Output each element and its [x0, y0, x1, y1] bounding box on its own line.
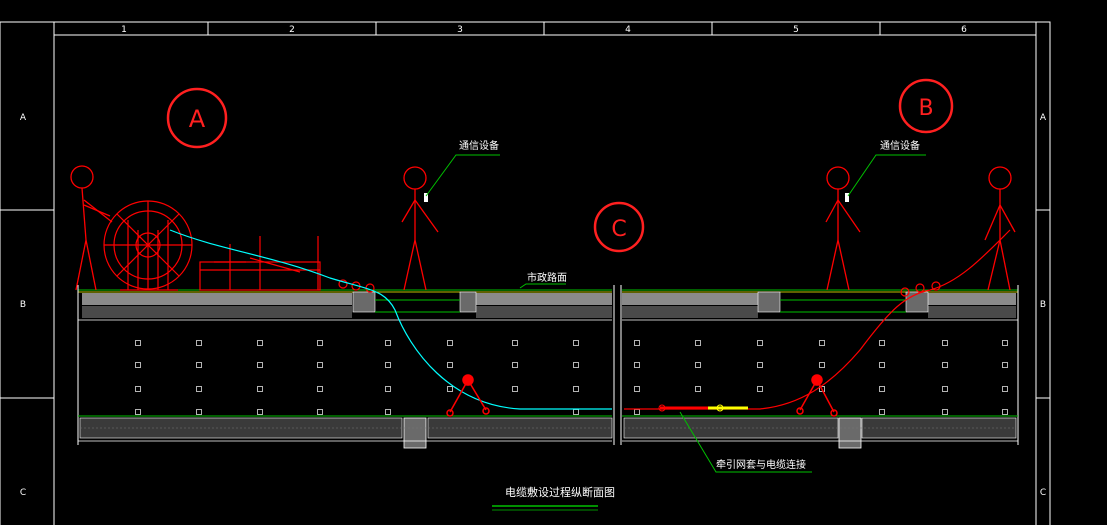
break-line [613, 285, 622, 445]
soil-dot [135, 386, 141, 392]
soil-dot [447, 340, 453, 346]
soil-dot [512, 362, 518, 368]
grid-row-b-left: B [20, 300, 26, 310]
road-surface-right [622, 289, 1018, 321]
cable-drum-icon[interactable] [103, 200, 193, 291]
soil-dot [879, 409, 885, 415]
soil-dot [257, 409, 263, 415]
stick-figure-operator-left-icon [401, 166, 439, 291]
soil-dot [512, 386, 518, 392]
soil-dot [385, 386, 391, 392]
soil-dot [879, 386, 885, 392]
soil-dot [196, 386, 202, 392]
soil-dot [447, 386, 453, 392]
soil-dot [942, 386, 948, 392]
soil-dot [1002, 386, 1008, 392]
drawing-title-text: 电缆敷设过程纵断面图 [505, 485, 615, 499]
soil-dot [317, 386, 323, 392]
grid-row-b-right: B [1040, 300, 1046, 310]
soil-dot [135, 340, 141, 346]
marker-c[interactable]: C [593, 201, 645, 253]
soil-dot [1002, 340, 1008, 346]
road-surface-label: 市政路面 [527, 271, 567, 284]
grid-row-c-right: C [1040, 488, 1046, 498]
grid-col-4: 4 [625, 25, 631, 35]
traction-net-joint-icon[interactable] [658, 404, 748, 412]
soil-dot [573, 386, 579, 392]
soil-dot [634, 409, 640, 415]
soil-dot [385, 340, 391, 346]
grid-row-a-right: A [1040, 113, 1047, 123]
grid-col-5: 5 [793, 25, 799, 35]
grid-col-1: 1 [121, 25, 127, 35]
soil-dot [573, 362, 579, 368]
soil-dot [135, 362, 141, 368]
soil-dot [135, 409, 141, 415]
soil-dot [196, 362, 202, 368]
comm-equipment-label-right: 通信设备 [880, 139, 920, 152]
soil-dot [942, 340, 948, 346]
soil-dot [317, 362, 323, 368]
soil-dot [879, 362, 885, 368]
comm-equipment-label-left: 通信设备 [459, 139, 499, 152]
soil-dot [257, 386, 263, 392]
marker-c-label: C [611, 217, 626, 242]
trench-base [78, 415, 1018, 449]
soil-dot [942, 362, 948, 368]
soil-dot [385, 409, 391, 415]
soil-dot [695, 386, 701, 392]
stick-figure-icon [70, 165, 113, 291]
soil-dot [1002, 409, 1008, 415]
soil-dot [317, 409, 323, 415]
grid-col-2: 2 [289, 25, 295, 35]
stick-figure-puller-icon [984, 166, 1016, 291]
grid-row-a-left: A [20, 113, 27, 123]
soil-dot [573, 340, 579, 346]
soil-dot [819, 340, 825, 346]
pulley-icon-right[interactable] [796, 374, 838, 417]
marker-a[interactable]: A [166, 87, 228, 149]
marker-b[interactable]: B [898, 78, 954, 134]
soil-dot [512, 340, 518, 346]
grid-row-c-left: C [20, 488, 26, 498]
soil-dot [196, 340, 202, 346]
marker-b-label: B [918, 96, 933, 121]
traction-net-label: 牵引网套与电缆连接 [716, 458, 806, 471]
soil-dot [257, 340, 263, 346]
soil-dot [695, 340, 701, 346]
cad-drawing-canvas[interactable]: 1 2 3 4 5 6 A B C A B C A B C 通信设备 通信设备 … [0, 0, 1107, 525]
soil-dot [757, 362, 763, 368]
soil-dot [879, 340, 885, 346]
soil-dot [634, 386, 640, 392]
soil-dot [942, 409, 948, 415]
grid-row-labels: A B C A B C [20, 113, 1047, 498]
grid-col-3: 3 [457, 25, 463, 35]
grid-col-6: 6 [961, 25, 967, 35]
soil-dot [819, 362, 825, 368]
soil-dot [447, 362, 453, 368]
soil-dot [573, 409, 579, 415]
cable-path-left [169, 229, 612, 410]
road-surface-left [78, 289, 612, 321]
soil-dot [757, 386, 763, 392]
cable-laying-section-drawing: 1 2 3 4 5 6 A B C A B C A B C 通信设备 通信设备 … [0, 21, 1051, 525]
drawing-title: 电缆敷设过程纵断面图 [492, 485, 615, 511]
marker-a-label: A [189, 105, 206, 133]
soil-dot [1002, 362, 1008, 368]
soil-dot [695, 362, 701, 368]
soil-dot [634, 362, 640, 368]
soil-dot [385, 362, 391, 368]
soil-dot [257, 362, 263, 368]
soil-dot [317, 340, 323, 346]
soil-dot [634, 340, 640, 346]
soil-dot [757, 340, 763, 346]
soil-dot [196, 409, 202, 415]
soil-fill-dots [135, 340, 1008, 415]
